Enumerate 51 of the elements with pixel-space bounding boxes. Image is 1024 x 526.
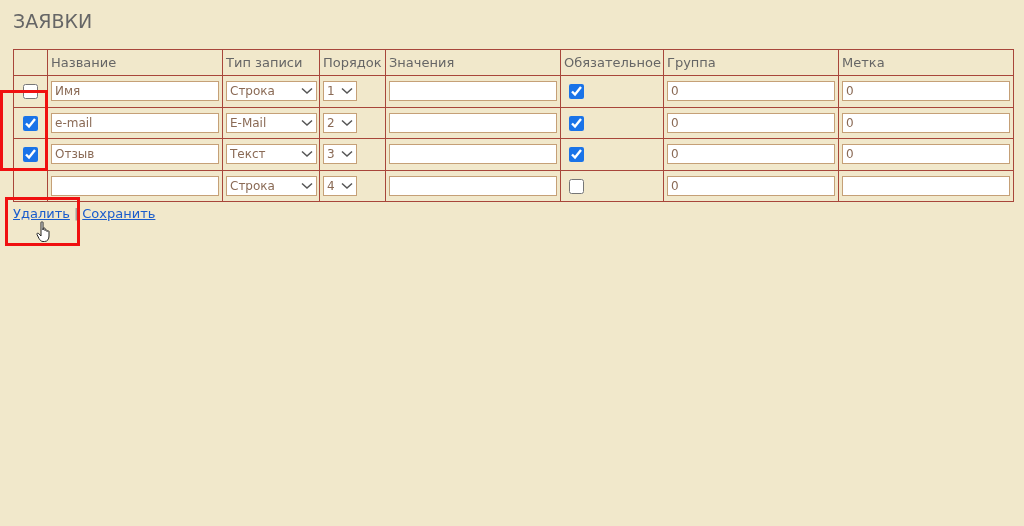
label-field[interactable]: 0 [842,112,1010,133]
column-header: Метка [842,55,885,70]
column-header: Группа [667,55,716,70]
label-field[interactable]: 0 [842,81,1010,102]
name-field[interactable]: Имя [51,81,219,102]
values-field[interactable] [389,144,557,165]
column-header: Тип записи [226,55,303,70]
caret-icon [341,150,353,159]
column-header: Значения [389,55,455,70]
caret-icon [301,118,313,127]
column-header: Порядок [323,55,382,70]
type-select[interactable]: Текст [226,144,317,165]
caret-icon [301,150,313,159]
name-field[interactable]: Отзыв [51,144,219,165]
order-select[interactable]: 3 [323,144,357,165]
page-title: ЗАЯВКИ [12,9,94,34]
row-checkbox[interactable] [23,115,38,131]
row-checkbox[interactable] [23,84,38,100]
save-link[interactable]: Сохранить [82,206,156,221]
name-field[interactable] [51,175,219,196]
separator: | [73,206,79,221]
required-checkbox[interactable] [569,147,584,163]
type-select[interactable]: Строка [226,175,317,196]
type-select[interactable]: E-Mail [226,112,317,133]
group-field[interactable]: 0 [667,81,835,102]
hand-cursor-icon [36,221,52,243]
name-field[interactable]: e-mail [51,112,219,133]
order-select[interactable]: 2 [323,112,357,133]
required-checkbox[interactable] [569,84,584,100]
type-select[interactable]: Строка [226,81,317,102]
group-field[interactable]: 0 [667,112,835,133]
label-field[interactable]: 0 [842,144,1010,165]
caret-icon [301,181,313,190]
values-field[interactable] [389,175,557,196]
column-header: Обязательное [564,55,661,70]
values-field[interactable] [389,81,557,102]
delete-link[interactable]: Удалить [13,206,70,221]
group-field[interactable]: 0 [667,175,835,196]
label-field[interactable] [842,175,1010,196]
caret-icon [341,87,353,96]
row-checkbox[interactable] [23,147,38,163]
required-checkbox[interactable] [569,115,584,131]
caret-icon [301,87,313,96]
order-select[interactable]: 1 [323,81,357,102]
caret-icon [341,181,353,190]
order-select[interactable]: 4 [323,175,357,196]
caret-icon [341,118,353,127]
required-checkbox[interactable] [569,178,584,194]
values-field[interactable] [389,112,557,133]
column-header: Название [51,55,117,70]
group-field[interactable]: 0 [667,144,835,165]
